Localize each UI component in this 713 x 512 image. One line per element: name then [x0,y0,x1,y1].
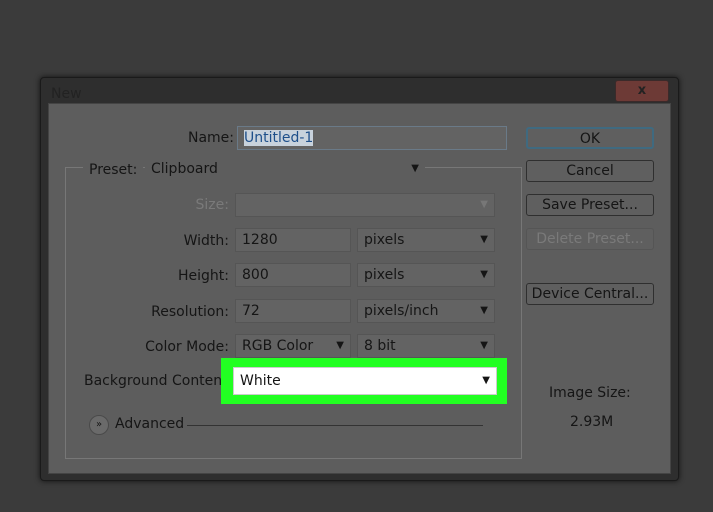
image-size-value: 2.93M [570,414,614,430]
width-label: Width: [183,233,229,249]
chevron-down-icon: ▼ [480,199,488,210]
advanced-expand-icon[interactable]: » [89,415,109,435]
resolution-label: Resolution: [151,304,229,320]
delete-preset-button: Delete Preset... [526,228,654,250]
device-central-button[interactable]: Device Central... [526,283,654,305]
cancel-button[interactable]: Cancel [526,160,654,182]
name-value: Untitled-1 [244,130,314,146]
advanced-label[interactable]: Advanced [115,416,184,432]
name-input[interactable]: Untitled-1 [237,126,507,150]
color-mode-label: Color Mode: [145,339,229,355]
background-contents-dropdown[interactable]: White ▼ [233,367,497,395]
bit-depth-value: 8 bit [364,338,396,354]
chevron-down-icon: ▼ [336,340,344,351]
size-label: Size: [195,197,229,213]
preset-dropdown[interactable]: Clipboard ▼ [145,158,425,182]
color-mode-dropdown[interactable]: RGB Color ▼ [235,334,351,358]
height-input[interactable]: 800 [235,263,351,287]
resolution-unit-value: pixels/inch [364,303,439,319]
save-preset-button[interactable]: Save Preset... [526,194,654,216]
preset-value: Clipboard [151,161,218,177]
resolution-unit-dropdown[interactable]: pixels/inch ▼ [357,299,495,323]
name-label: Name: [187,130,234,146]
size-dropdown[interactable]: ▼ [235,193,495,217]
width-unit-dropdown[interactable]: pixels ▼ [357,228,495,252]
width-unit-value: pixels [364,232,405,248]
chevron-down-icon: ▼ [480,340,488,351]
advanced-divider [187,425,483,426]
dialog-body: Name: Untitled-1 Preset: Clipboard ▼ Size… [48,103,671,474]
height-unit-value: pixels [364,267,405,283]
preset-label: Preset: [83,162,144,178]
color-mode-value: RGB Color [242,338,314,354]
new-document-dialog: New x Name: Untitled-1 Preset: Clipboard… [40,77,679,481]
ok-button[interactable]: OK [526,127,654,149]
height-unit-dropdown[interactable]: pixels ▼ [357,263,495,287]
chevron-down-icon: ▼ [411,163,419,174]
dialog-title: New [51,86,82,102]
bit-depth-dropdown[interactable]: 8 bit ▼ [357,334,495,358]
chevron-down-icon: ▼ [480,305,488,316]
background-contents-label: Background Contents: [84,373,240,389]
height-label: Height: [178,268,229,284]
resolution-input[interactable]: 72 [235,299,351,323]
image-size-label: Image Size: [549,385,631,401]
background-contents-value: White [240,373,281,389]
chevron-down-icon: ▼ [480,269,488,280]
close-button[interactable]: x [615,80,669,102]
chevron-down-icon: ▼ [480,234,488,245]
chevron-down-icon: ▼ [482,375,490,386]
width-input[interactable]: 1280 [235,228,351,252]
